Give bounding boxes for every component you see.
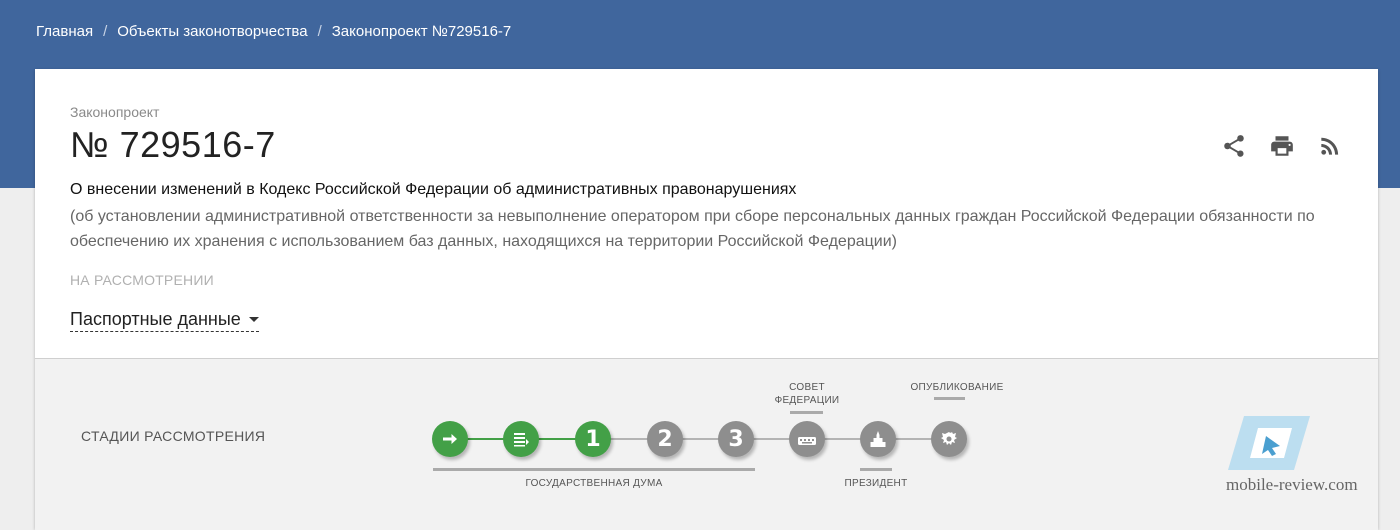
mobile-review-logo-icon <box>1228 416 1310 470</box>
stages-track: СОВЕТ ФЕДЕРАЦИИ ОПУБЛИКОВАНИЕ 1 2 3 ГОСУ… <box>35 359 1378 530</box>
action-toolbar <box>1221 133 1343 159</box>
breadcrumb-current: Законопроект №729516-7 <box>331 23 512 40</box>
kremlin-icon <box>870 431 886 447</box>
duma-label: ГОСУДАРСТВЕННАЯ ДУМА <box>525 478 663 489</box>
breadcrumb-section-link[interactable]: Объекты законотворчества <box>117 23 307 40</box>
share-icon[interactable] <box>1221 133 1247 159</box>
print-icon[interactable] <box>1269 133 1295 159</box>
passport-dropdown-label: Паспортные данные <box>70 309 241 329</box>
document-list-icon <box>514 433 529 447</box>
watermark-text: mobile-review.com <box>1226 475 1358 494</box>
stage-published[interactable] <box>931 421 967 457</box>
rss-icon[interactable] <box>1317 133 1343 159</box>
stage-reading-1[interactable]: 1 <box>575 421 611 457</box>
stages-panel: СТАДИИ РАССМОТРЕНИЯ СОВЕТ ФЕДЕРАЦИИ ОПУБ… <box>35 358 1378 530</box>
council-bracket <box>790 411 823 414</box>
breadcrumb: Главная / Объекты законотворчества / Зак… <box>36 23 511 40</box>
published-bracket <box>934 397 965 400</box>
caret-down-icon <box>248 317 259 322</box>
stage-introduced[interactable] <box>432 421 468 457</box>
stage-preliminary[interactable] <box>503 421 539 457</box>
bill-subtitle: (об установлении административной ответс… <box>70 208 1315 250</box>
duma-bracket <box>433 468 755 471</box>
stage-president[interactable] <box>860 421 896 457</box>
council-label-line1: СОВЕТ <box>789 382 825 393</box>
breadcrumb-separator: / <box>103 23 108 40</box>
council-icon <box>798 437 816 445</box>
published-label: ОПУБЛИКОВАНИЕ <box>910 382 1004 393</box>
stage-federation-council[interactable] <box>789 421 825 457</box>
bill-card: Законопроект № 729516-7 О внесении измен… <box>35 69 1378 530</box>
breadcrumb-separator: / <box>317 23 322 40</box>
president-bracket <box>860 468 892 471</box>
bill-title: О внесении изменений в Кодекс Российской… <box>70 181 797 198</box>
stage-reading-2[interactable]: 2 <box>647 421 683 457</box>
bill-number: № 729516-7 <box>70 124 276 165</box>
council-label: СОВЕТ ФЕДЕРАЦИИ <box>763 381 851 407</box>
stage-reading-3[interactable]: 3 <box>718 421 754 457</box>
breadcrumb-home-link[interactable]: Главная <box>36 23 93 40</box>
council-label-line2: ФЕДЕРАЦИИ <box>774 395 840 406</box>
president-label: ПРЕЗИДЕНТ <box>844 478 908 489</box>
passport-dropdown[interactable]: Паспортные данные <box>70 309 259 332</box>
status-badge: НА РАССМОТРЕНИИ <box>70 272 214 288</box>
arrow-right-icon <box>443 434 457 444</box>
bill-type-label: Законопроект <box>70 104 160 120</box>
eagle-emblem-icon <box>941 432 957 445</box>
